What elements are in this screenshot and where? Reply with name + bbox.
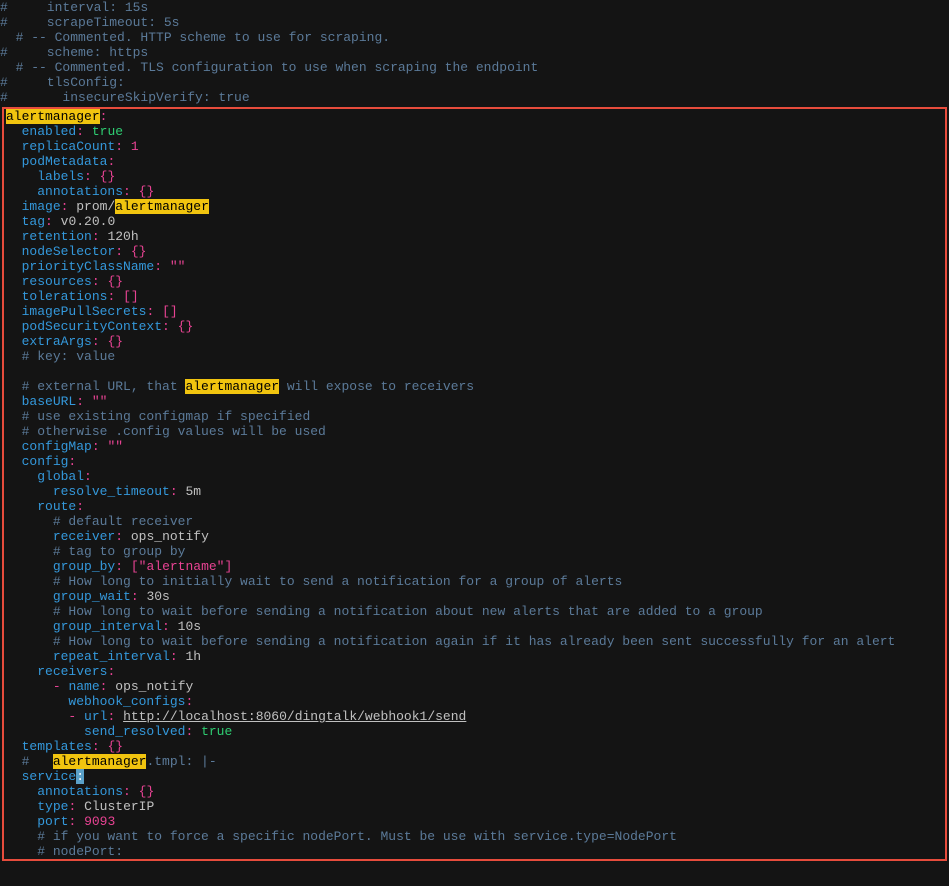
value: [] xyxy=(162,304,178,319)
value: 9093 xyxy=(84,814,115,829)
value: ops_notify xyxy=(131,529,209,544)
value: {} xyxy=(107,274,123,289)
value: prom/ xyxy=(76,199,115,214)
comment-line: # key: value xyxy=(22,349,116,364)
value: v0.20.0 xyxy=(61,214,116,229)
value: {} xyxy=(131,244,147,259)
search-highlight: alertmanager xyxy=(115,199,209,214)
value: true xyxy=(92,124,123,139)
comment-line: # interval: 15s xyxy=(0,0,148,15)
value: "" xyxy=(107,439,123,454)
comment-line: # insecureSkipVerify: true xyxy=(0,90,250,105)
text-cursor: : xyxy=(76,769,84,784)
value: true xyxy=(201,724,232,739)
comment-line: # How long to initially wait to send a n… xyxy=(53,574,623,589)
comment-line: # alertmanager.tmpl: |- xyxy=(22,754,217,769)
search-highlight: alertmanager xyxy=(53,754,147,769)
value: 30s xyxy=(146,589,169,604)
value: [] xyxy=(123,289,139,304)
comment-line: # tlsConfig: xyxy=(0,75,125,90)
comment-line: # use existing configmap if specified xyxy=(22,409,311,424)
value: 10s xyxy=(178,619,201,634)
value: {} xyxy=(139,784,155,799)
comment-line: # -- Commented. HTTP scheme to use for s… xyxy=(0,30,390,45)
top-comment-block: # interval: 15s # scrapeTimeout: 5s # --… xyxy=(0,0,949,105)
value: ClusterIP xyxy=(84,799,154,814)
value: {} xyxy=(107,739,123,754)
value: "alertname" xyxy=(139,559,225,574)
comment-line: # nodePort: xyxy=(37,844,123,859)
value: {} xyxy=(178,319,194,334)
value: {} xyxy=(100,169,116,184)
value: "" xyxy=(92,394,108,409)
value: ops_notify xyxy=(115,679,193,694)
comment-line: # external URL, that alertmanager will e… xyxy=(22,379,475,394)
search-highlight: alertmanager xyxy=(185,379,279,394)
comment-line: # scheme: https xyxy=(0,45,148,60)
webhook-url[interactable]: http://localhost:8060/dingtalk/webhook1/… xyxy=(123,709,466,724)
code-editor[interactable]: # interval: 15s # scrapeTimeout: 5s # --… xyxy=(0,0,949,886)
comment-line: # if you want to force a specific nodePo… xyxy=(37,829,677,844)
yaml-block: alertmanager: enabled: true replicaCount… xyxy=(6,109,943,859)
value: 5m xyxy=(185,484,201,499)
value: {} xyxy=(139,184,155,199)
search-highlight: alertmanager xyxy=(6,109,100,124)
comment-line: # tag to group by xyxy=(53,544,186,559)
value: 1h xyxy=(185,649,201,664)
comment-line: # default receiver xyxy=(53,514,193,529)
highlighted-yaml-block: alertmanager: enabled: true replicaCount… xyxy=(2,107,947,861)
value: {} xyxy=(107,334,123,349)
comment-line: # How long to wait before sending a noti… xyxy=(53,634,896,649)
value: "" xyxy=(170,259,186,274)
value: 1 xyxy=(131,139,139,154)
comment-line: # How long to wait before sending a noti… xyxy=(53,604,763,619)
comment-line: # -- Commented. TLS configuration to use… xyxy=(0,60,538,75)
comment-line: # scrapeTimeout: 5s xyxy=(0,15,179,30)
comment-line: # otherwise .config values will be used xyxy=(22,424,326,439)
value: 120h xyxy=(107,229,138,244)
